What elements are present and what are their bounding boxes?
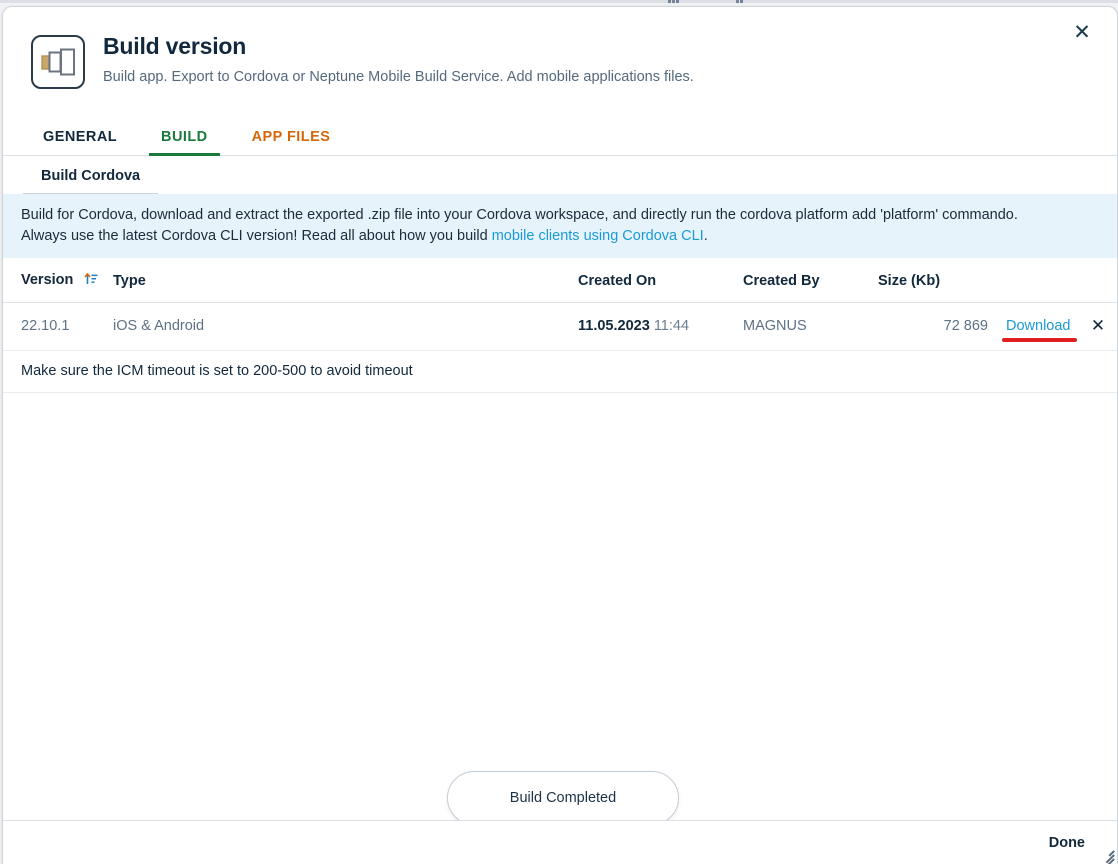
cell-version: 22.10.1 bbox=[3, 302, 113, 352]
close-icon[interactable]: ✕ bbox=[1067, 17, 1097, 47]
cell-type: iOS & Android bbox=[113, 302, 578, 352]
sort-ascending-icon[interactable] bbox=[84, 272, 98, 289]
background-tick bbox=[676, 0, 679, 3]
cell-size: 72 869 bbox=[878, 302, 988, 352]
page-subtitle: Build app. Export to Cordova or Neptune … bbox=[103, 68, 694, 85]
subtab-build-cordova[interactable]: Build Cordova bbox=[23, 168, 159, 194]
banner-line-1: Build for Cordova, download and extract … bbox=[21, 207, 1018, 223]
banner-line-2-prefix: Always use the latest Cordova CLI versio… bbox=[21, 227, 492, 244]
download-wrapper: Download bbox=[1002, 318, 1077, 343]
col-version-label: Version bbox=[21, 272, 74, 289]
background-tick bbox=[736, 0, 739, 3]
mobile-apps-icon bbox=[31, 35, 85, 89]
page-title: Build version bbox=[103, 33, 247, 59]
cell-download: Download bbox=[988, 302, 1078, 352]
sub-tabs-filler bbox=[158, 156, 1117, 194]
cell-created-on: 11.05.2023 11:44 bbox=[578, 302, 743, 352]
cell-delete: ✕ bbox=[1078, 302, 1117, 352]
content-filler bbox=[3, 393, 1117, 764]
table-row[interactable]: 22.10.1 iOS & Android 11.05.2023 11:44 M… bbox=[3, 302, 1117, 352]
background-strip bbox=[0, 0, 1118, 3]
cordova-cli-link[interactable]: mobile clients using Cordova CLI bbox=[492, 228, 704, 244]
download-highlight-underline bbox=[1002, 338, 1077, 343]
info-banner: Build for Cordova, download and extract … bbox=[3, 194, 1117, 259]
tab-app-files[interactable]: APP FILES bbox=[240, 129, 343, 156]
builds-table: Version Type Created On Created By Size … bbox=[3, 258, 1117, 352]
delete-row-icon[interactable]: ✕ bbox=[1091, 316, 1105, 336]
table-header-row: Version Type Created On Created By Size … bbox=[3, 258, 1117, 304]
col-delete bbox=[1078, 258, 1117, 304]
col-version[interactable]: Version bbox=[3, 258, 113, 304]
download-link[interactable]: Download bbox=[1006, 318, 1071, 334]
col-created-on[interactable]: Created On bbox=[578, 258, 743, 304]
main-tabs: GENERAL BUILD APP FILES bbox=[3, 114, 1117, 156]
banner-line-2-suffix: . bbox=[703, 227, 708, 244]
cell-created-date: 11.05.2023 bbox=[578, 318, 650, 335]
build-status-toast: Build Completed bbox=[447, 771, 679, 826]
build-version-dialog: ✕ Build version Build app. Export to Cor… bbox=[2, 6, 1118, 864]
build-status-message: Build Completed bbox=[509, 790, 617, 807]
icm-timeout-note: Make sure the ICM timeout is set to 200-… bbox=[3, 351, 1117, 394]
background-tick bbox=[668, 0, 671, 3]
cell-created-by: MAGNUS bbox=[743, 302, 878, 352]
background-tick bbox=[740, 0, 743, 3]
screen-root: ✕ Build version Build app. Export to Cor… bbox=[0, 0, 1118, 864]
dialog-header-text: Build version Build app. Export to Cordo… bbox=[103, 33, 694, 87]
col-type[interactable]: Type bbox=[113, 258, 578, 304]
sub-tabs: Build Cordova bbox=[3, 156, 1117, 194]
tab-build[interactable]: BUILD bbox=[149, 129, 220, 156]
col-created-by[interactable]: Created By bbox=[743, 258, 878, 304]
table-header: Version Type Created On Created By Size … bbox=[3, 258, 1117, 304]
col-download bbox=[988, 258, 1078, 304]
col-size[interactable]: Size (Kb) bbox=[878, 258, 988, 304]
table-body: 22.10.1 iOS & Android 11.05.2023 11:44 M… bbox=[3, 302, 1117, 352]
cell-created-time: 11:44 bbox=[653, 318, 690, 335]
tab-general[interactable]: GENERAL bbox=[31, 129, 129, 156]
resize-grip-icon[interactable] bbox=[1098, 845, 1115, 864]
background-tick bbox=[672, 0, 675, 3]
done-button[interactable]: Done bbox=[1043, 831, 1091, 855]
dialog-header: Build version Build app. Export to Cordo… bbox=[3, 7, 1117, 89]
dialog-footer: Done bbox=[3, 820, 1117, 864]
